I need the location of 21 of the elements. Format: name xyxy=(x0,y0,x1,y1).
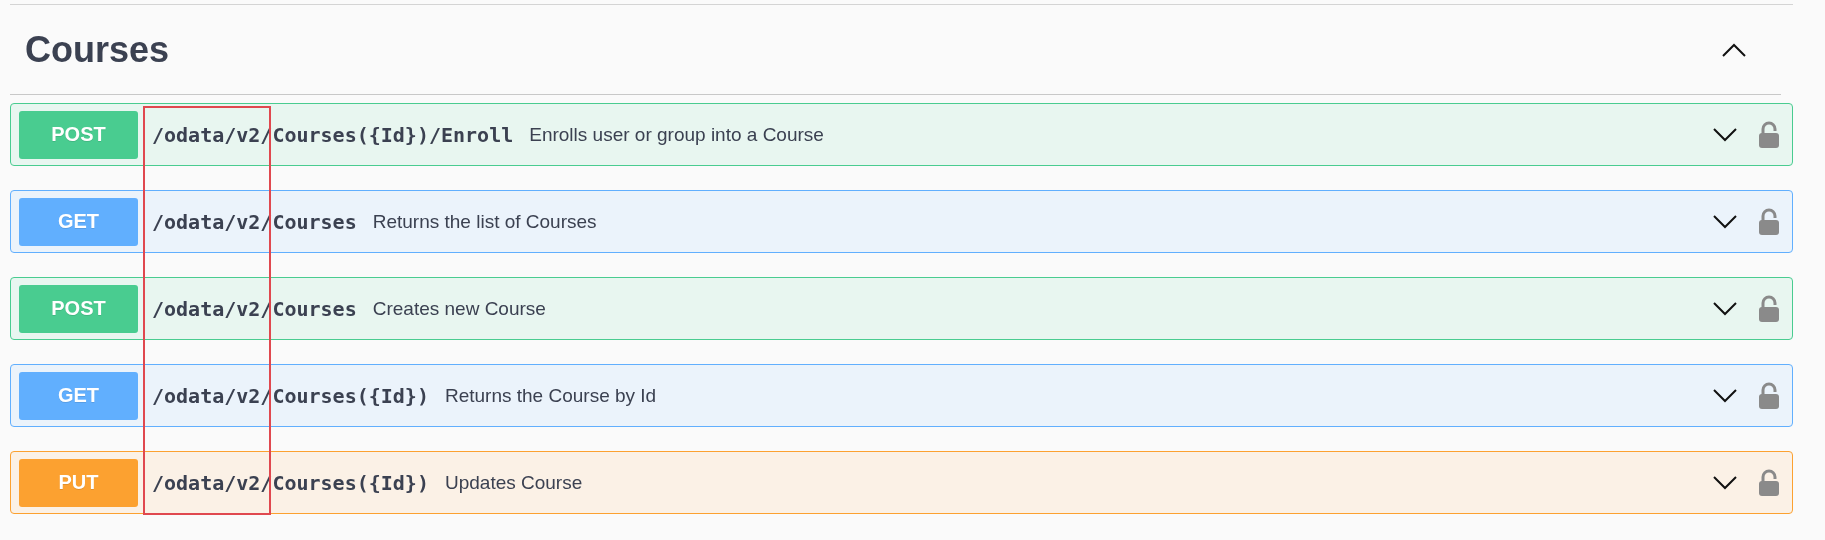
chevron-down-icon[interactable] xyxy=(1712,126,1738,143)
operation-summary: Updates Course xyxy=(444,471,584,494)
operation-summary: Returns the list of Courses xyxy=(372,210,598,233)
unlocked-lock-icon[interactable] xyxy=(1758,294,1780,323)
operation-summary: Enrolls user or group into a Course xyxy=(529,123,825,146)
chevron-down-icon[interactable] xyxy=(1712,387,1738,404)
chevron-down-icon[interactable] xyxy=(1712,300,1738,317)
method-badge: POST xyxy=(19,110,138,159)
unlocked-lock-icon[interactable] xyxy=(1758,207,1780,236)
operation-summary: Returns the Course by Id xyxy=(444,384,658,407)
unlocked-lock-icon[interactable] xyxy=(1758,468,1780,497)
section-title: Courses xyxy=(25,28,170,71)
chevron-down-icon[interactable] xyxy=(1712,213,1738,230)
chevron-down-icon[interactable] xyxy=(1712,474,1738,491)
method-badge: GET xyxy=(19,371,138,420)
unlocked-lock-icon[interactable] xyxy=(1758,120,1780,149)
method-badge: GET xyxy=(19,197,138,246)
method-badge: POST xyxy=(19,284,138,333)
operation-summary: Creates new Course xyxy=(372,297,547,320)
method-badge: PUT xyxy=(19,458,138,507)
unlocked-lock-icon[interactable] xyxy=(1758,381,1780,410)
